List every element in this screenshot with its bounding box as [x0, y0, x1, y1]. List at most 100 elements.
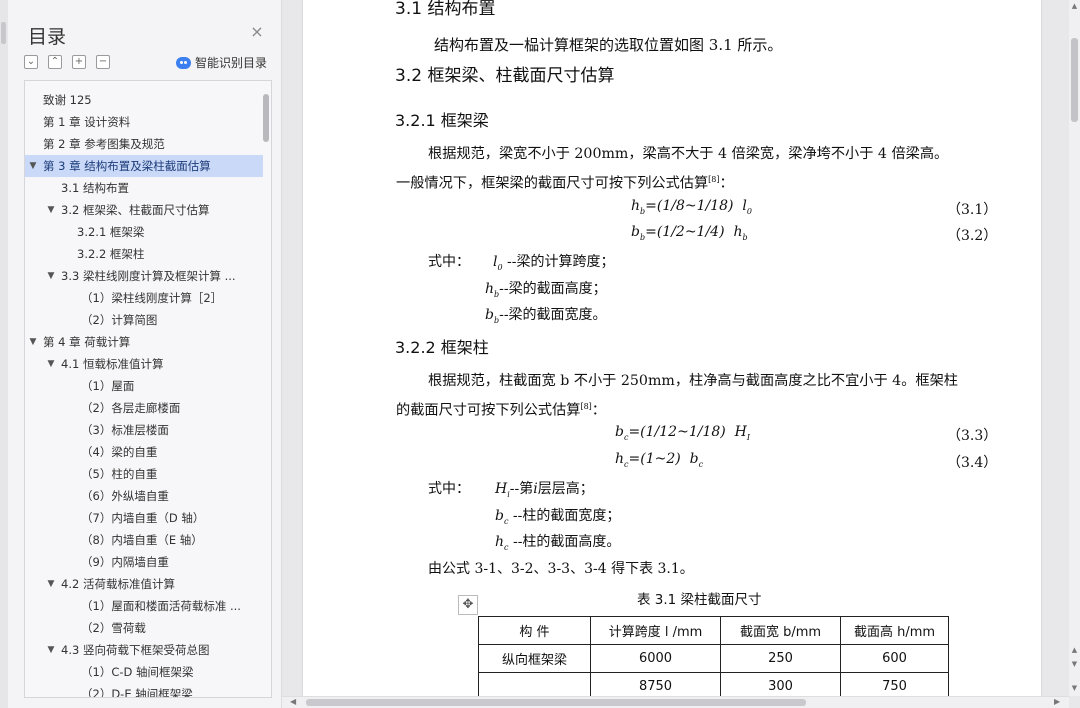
- toc-item-label: 3.1 结构布置: [61, 181, 129, 195]
- vertical-scrollbar[interactable]: ▲ ▲ ▼ ▼: [1069, 0, 1080, 696]
- toc-item[interactable]: ▼ 3.2 框架梁、柱截面尺寸估算: [25, 199, 263, 221]
- paragraph-column-1: 根据规范，柱截面宽 b 不小于 250mm，柱净高与截面高度之比不宜小于 4。框…: [428, 373, 958, 389]
- horizontal-scrollbar[interactable]: ◀ ▶: [282, 696, 1069, 708]
- equation-3-2: bb=(1/2~1/4) hb: [631, 224, 748, 242]
- table-cell[interactable]: 750: [840, 672, 949, 696]
- sidebar-strip-mark[interactable]: [1, 22, 6, 44]
- toc-item-label: （1）屋面: [81, 379, 135, 393]
- reference-mark[interactable]: [8]: [708, 175, 719, 184]
- toc-item-label: （3）标准层楼面: [81, 423, 169, 437]
- chevron-down-icon[interactable]: ▼: [27, 155, 39, 177]
- table-cell[interactable]: 600: [840, 644, 949, 673]
- chevron-down-icon[interactable]: ▼: [45, 639, 57, 661]
- toc-item[interactable]: 3.2.1 框架梁: [25, 221, 263, 243]
- toc-item[interactable]: （1）C-D 轴间框架梁: [25, 661, 263, 683]
- paragraph-beam-2-text: 一般情况下，框架梁的截面尺寸可按下列公式估算: [396, 175, 709, 192]
- scroll-up-icon[interactable]: ▲: [1070, 2, 1079, 10]
- chevron-down-icon[interactable]: ▼: [45, 353, 57, 375]
- toc-item[interactable]: （1）屋面和楼面活荷载标准 ...: [25, 595, 263, 617]
- toc-item[interactable]: ▼ 第 3 章 结构布置及梁柱截面估算: [25, 155, 263, 177]
- where-hb-text: --梁的截面高度；: [499, 281, 607, 297]
- toc-item[interactable]: （2）D-E 轴间框架梁: [25, 683, 263, 697]
- toc-item-label: 4.2 活荷载标准值计算: [61, 577, 175, 591]
- equation-number-3-1: （3.1）: [947, 202, 998, 218]
- move-icon[interactable]: ✥: [458, 595, 478, 615]
- scroll-left-icon[interactable]: ◀: [290, 697, 296, 706]
- vertical-scroll-thumb[interactable]: [1071, 38, 1078, 122]
- scroll-right-icon[interactable]: ▶: [1054, 697, 1060, 706]
- toc-item[interactable]: 第 1 章 设计资料: [25, 111, 263, 133]
- toc-item[interactable]: ▼ 4.1 恒载标准值计算: [25, 353, 263, 375]
- add-icon[interactable]: +: [72, 55, 86, 69]
- table-cell[interactable]: 6000: [590, 644, 721, 673]
- table-caption: 表 3.1 梁柱截面尺寸: [637, 592, 762, 608]
- toc-item[interactable]: ▼ 4.3 竖向荷载下框架受荷总图: [25, 639, 263, 661]
- chevron-down-icon[interactable]: ▼: [27, 331, 39, 353]
- where-bc: bc --柱的截面宽度；: [495, 508, 621, 526]
- toc-item[interactable]: （7）内墙自重（D 轴）: [25, 507, 263, 529]
- toc-item[interactable]: （2）计算简图: [25, 309, 263, 331]
- table-header-cell[interactable]: 构 件: [478, 616, 591, 645]
- reference-mark[interactable]: [8]: [580, 402, 591, 411]
- toc-item-label: （8）内墙自重（E 轴）: [81, 533, 203, 547]
- toc-item[interactable]: （9）内隔墙自重: [25, 551, 263, 573]
- toc-item[interactable]: （2）各层走廊楼面: [25, 397, 263, 419]
- section-table[interactable]: 构 件 计算跨度 l /mm 截面宽 b/mm 截面高 h/mm 纵向框架梁 6…: [478, 616, 949, 696]
- paragraph-column-2-end: ：: [591, 402, 606, 419]
- equation-3-3: bc=(1/12~1/18) HI: [615, 424, 750, 442]
- toc-toolbar: ⌄ ⌃ + −: [24, 55, 110, 69]
- toc-item[interactable]: 3.1 结构布置: [25, 177, 263, 199]
- toc-item[interactable]: （8）内墙自重（E 轴）: [25, 529, 263, 551]
- toc-item[interactable]: ▼ 第 4 章 荷载计算: [25, 331, 263, 353]
- equation-number-3-4: （3.4）: [947, 455, 998, 471]
- table-cell[interactable]: 纵向框架梁: [478, 644, 591, 673]
- toc-item-label: （2）计算简图: [81, 313, 158, 327]
- where-bc-text: --柱的截面宽度；: [512, 508, 621, 524]
- table-cell[interactable]: 300: [720, 672, 841, 696]
- toc-item[interactable]: 第 2 章 参考图集及规范: [25, 133, 263, 155]
- horizontal-scroll-thumb[interactable]: [306, 699, 806, 706]
- table-cell[interactable]: [478, 672, 591, 696]
- toc-item-label: 4.1 恒载标准值计算: [61, 357, 164, 371]
- close-icon[interactable]: ×: [249, 24, 265, 40]
- chevron-down-icon[interactable]: ▼: [45, 265, 57, 287]
- toc-item-label: 3.2.2 框架柱: [77, 247, 145, 261]
- page-up-icon[interactable]: ▲: [1070, 646, 1079, 654]
- toc-item[interactable]: ▼ 3.3 梁柱线刚度计算及框架计算 ...: [25, 265, 263, 287]
- collapse-all-icon[interactable]: ⌄: [24, 55, 38, 69]
- equation-3-4: hc=(1~2) bc: [615, 451, 704, 469]
- toc-item[interactable]: （4）梁的自重: [25, 441, 263, 463]
- toc-item[interactable]: ▼ 4.2 活荷载标准值计算: [25, 573, 263, 595]
- toc-panel: 致谢 125 第 1 章 设计资料第 2 章 参考图集及规范 ▼ 第 3 章 结构布置…: [24, 80, 272, 698]
- toc-item-label: 第 1 章 设计资料: [43, 115, 131, 129]
- where-bb-text: --梁的截面宽度。: [499, 307, 607, 323]
- toc-item-label: （1）梁柱线刚度计算［2］: [81, 291, 223, 305]
- toc-item[interactable]: （5）柱的自重: [25, 463, 263, 485]
- toc-item-label: （4）梁的自重: [81, 445, 158, 459]
- table-cell[interactable]: 8750: [590, 672, 721, 696]
- toc-scrollbar[interactable]: [263, 94, 269, 142]
- expand-all-icon[interactable]: ⌃: [48, 55, 62, 69]
- heading-3-2-2: 3.2.2 框架柱: [395, 338, 489, 357]
- chevron-down-icon[interactable]: ▼: [45, 199, 57, 221]
- equation-number-3-3: （3.3）: [947, 428, 998, 444]
- page-down-icon[interactable]: ▼: [1070, 660, 1079, 668]
- toc-item[interactable]: （3）标准层楼面: [25, 419, 263, 441]
- scroll-down-icon[interactable]: ▼: [1070, 684, 1079, 692]
- table-cell[interactable]: 250: [720, 644, 841, 673]
- document-page[interactable]: 3.1 结构布置 结构布置及一榀计算框架的选取位置如图 3.1 所示。 3.2 …: [303, 0, 1041, 696]
- smart-toc-button[interactable]: 智能识别目录: [176, 54, 267, 71]
- table-header-cell[interactable]: 计算跨度 l /mm: [590, 616, 721, 645]
- toc-item[interactable]: （1）屋面: [25, 375, 263, 397]
- toc-item[interactable]: （1）梁柱线刚度计算［2］: [25, 287, 263, 309]
- toc-item[interactable]: 3.2.2 框架柱: [25, 243, 263, 265]
- table-header-cell[interactable]: 截面高 h/mm: [840, 616, 949, 645]
- toc-item-label: 3.3 梁柱线刚度计算及框架计算 ...: [61, 269, 236, 283]
- table-header-cell[interactable]: 截面宽 b/mm: [720, 616, 841, 645]
- toc-item[interactable]: （2）雪荷载: [25, 617, 263, 639]
- toc-item[interactable]: （6）外纵墙自重: [25, 485, 263, 507]
- chevron-down-icon[interactable]: ▼: [45, 573, 57, 595]
- toc-item[interactable]: 致谢 125: [25, 89, 263, 111]
- document-area: 3.1 结构布置 结构布置及一榀计算框架的选取位置如图 3.1 所示。 3.2 …: [282, 0, 1080, 708]
- remove-icon[interactable]: −: [96, 55, 110, 69]
